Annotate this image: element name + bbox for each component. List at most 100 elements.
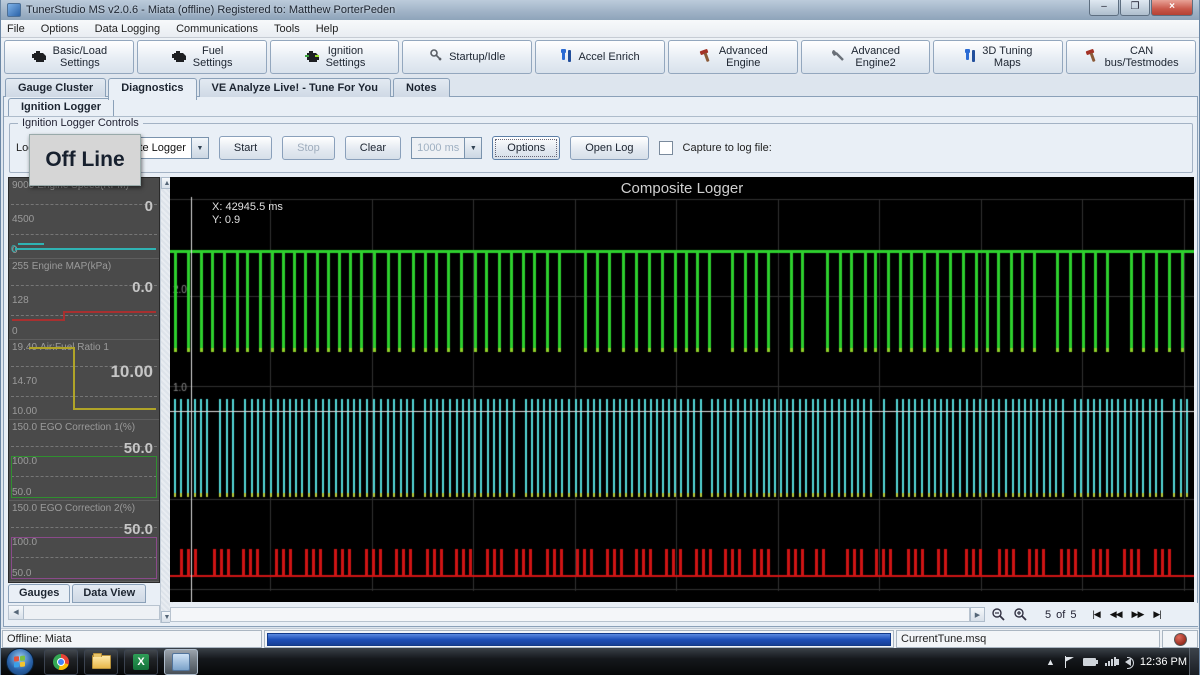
- toolbar-button-label: CANbus/Testmodes: [1105, 45, 1179, 69]
- stop-button: Stop: [282, 136, 335, 160]
- cursor-readout: X: 42945.5 ms Y: 0.9: [212, 201, 283, 227]
- capture-to-log-label: Capture to log file:: [683, 142, 772, 154]
- taskbar-chrome-icon[interactable]: [44, 649, 78, 675]
- gauge-view-tabs: GaugesData View: [8, 584, 148, 603]
- hammer-icon: [698, 48, 714, 66]
- battery-icon[interactable]: [1083, 658, 1096, 666]
- title-bar[interactable]: TunerStudio MS v2.0.6 - Miata (offline) …: [1, 0, 1199, 20]
- start-button[interactable]: Start: [219, 136, 272, 160]
- tab-gauges[interactable]: Gauges: [8, 584, 70, 603]
- volume-icon[interactable]: [1125, 658, 1131, 666]
- tab-diagnostics[interactable]: Diagnostics: [108, 78, 196, 100]
- waveform-canvas[interactable]: [170, 177, 1194, 602]
- tray-expand-icon[interactable]: ▲: [1046, 657, 1055, 667]
- taskbar-excel-icon[interactable]: X: [124, 649, 158, 675]
- clear-button[interactable]: Clear: [345, 136, 401, 160]
- gridline: [11, 396, 157, 397]
- offline-overlay: Off Line: [29, 134, 141, 186]
- gauge-ego-correction-1-[interactable]: 150.0EGO Correction 1(%)50.0100.050.0: [9, 420, 159, 501]
- toolbar-advanced-button[interactable]: AdvancedEngine2: [801, 40, 931, 74]
- page-sep: of: [1056, 609, 1065, 621]
- menu-communications[interactable]: Communications: [176, 23, 258, 35]
- menu-data-logging[interactable]: Data Logging: [95, 23, 160, 35]
- gauge-title: EGO Correction 2(%): [40, 503, 135, 514]
- connection-status: Offline: Miata: [2, 630, 262, 648]
- toolbar-basic-load-button[interactable]: Basic/LoadSettings: [4, 40, 134, 74]
- toolbar-accel-enrich-button[interactable]: Accel Enrich: [535, 40, 665, 74]
- windows-logo-icon: [14, 655, 26, 668]
- maximize-button[interactable]: ❐: [1120, 0, 1150, 16]
- prev-page-button[interactable]: ◀◀: [1106, 607, 1126, 622]
- show-desktop-button[interactable]: [1189, 648, 1199, 675]
- close-button[interactable]: ×: [1151, 0, 1193, 16]
- scroll-right-icon[interactable]: ▶: [970, 607, 985, 622]
- diagnostics-panel: Ignition Logger Ignition Logger Controls…: [3, 96, 1198, 627]
- taskbar-tunerstudio-icon[interactable]: [164, 649, 198, 675]
- gauge-engine-speed-rpm-[interactable]: 9000Engine Speed(RPM)0450000: [9, 178, 159, 259]
- wrench-icon: [831, 48, 846, 66]
- gauge-value: 0: [145, 198, 153, 215]
- toolbar: Basic/LoadSettings FuelSettings IgnitionSe…: [1, 38, 1199, 76]
- open-log-button[interactable]: Open Log: [570, 136, 648, 160]
- first-page-button[interactable]: |◀: [1088, 607, 1103, 622]
- gauge-mid: 128: [12, 295, 29, 306]
- next-page-button[interactable]: ▶▶: [1128, 607, 1148, 622]
- zoom-in-icon[interactable]: [1011, 606, 1029, 624]
- tab-notes[interactable]: Notes: [393, 78, 450, 97]
- taskbar-explorer-icon[interactable]: [84, 649, 118, 675]
- menu-file[interactable]: File: [7, 23, 25, 35]
- gauge-min: 0: [12, 326, 18, 337]
- taskbar-clock[interactable]: 12:36 PM: [1140, 656, 1187, 668]
- ignition-engine-icon: [304, 48, 321, 66]
- start-button[interactable]: [6, 648, 34, 675]
- gauge-header: 150.0EGO Correction 1(%): [12, 422, 135, 433]
- gauge-engine-map-kpa-[interactable]: 255Engine MAP(kPa)0.01280: [9, 259, 159, 340]
- tab-ve-analyze-live-tune-for-you[interactable]: VE Analyze Live! - Tune For You: [199, 78, 391, 97]
- toolbar-startup-idle-button[interactable]: Startup/Idle: [402, 40, 532, 74]
- interval-select: 1000 ms ▼: [411, 137, 482, 159]
- cursor-x-value: X: 42945.5 ms: [212, 201, 283, 214]
- toolbar-can-button[interactable]: CANbus/Testmodes: [1066, 40, 1196, 74]
- toolbar-button-label: 3D TuningMaps: [982, 45, 1032, 69]
- progress-cell: [264, 630, 894, 648]
- indicator-cell: [1162, 630, 1198, 648]
- chart-title: Composite Logger: [170, 180, 1194, 197]
- last-page-button[interactable]: ▶|: [1149, 607, 1164, 622]
- gauge-min: 10.00: [12, 406, 37, 417]
- menu-tools[interactable]: Tools: [274, 23, 300, 35]
- interval-value: 1000 ms: [412, 142, 464, 154]
- status-bar: Offline: Miata CurrentTune.msq: [1, 628, 1199, 649]
- tab-data-view[interactable]: Data View: [72, 584, 146, 603]
- network-signal-icon[interactable]: [1105, 657, 1116, 666]
- page-indicator: 5 of 5: [1045, 609, 1076, 621]
- menu-options[interactable]: Options: [41, 23, 79, 35]
- options-button[interactable]: Options: [492, 136, 560, 160]
- toolbar-ignition-button[interactable]: IgnitionSettings: [270, 40, 400, 74]
- zoom-out-icon[interactable]: [989, 606, 1007, 624]
- page-total: 5: [1070, 609, 1076, 621]
- capture-to-log-checkbox[interactable]: [659, 141, 673, 155]
- tab-gauge-cluster[interactable]: Gauge Cluster: [5, 78, 106, 97]
- gauge-mid: 4500: [12, 214, 34, 225]
- toolbar-3d-tuning-button[interactable]: 3D TuningMaps: [933, 40, 1063, 74]
- divider: [4, 116, 1197, 117]
- action-center-flag-icon[interactable]: [1064, 656, 1074, 668]
- gauge-air-fuel-ratio-1[interactable]: 19.40Air:Fuel Ratio 110.0014.7010.00: [9, 340, 159, 421]
- gauge-title: EGO Correction 1(%): [40, 422, 135, 433]
- cursor-y-value: Y: 0.9: [212, 214, 283, 227]
- engine-icon: [31, 48, 48, 66]
- scroll-left-icon[interactable]: ◀: [9, 606, 24, 619]
- chevron-down-icon[interactable]: ▼: [191, 138, 208, 158]
- chart-hscrollbar[interactable]: [170, 607, 970, 622]
- minimize-button[interactable]: –: [1089, 0, 1119, 16]
- gauge-panel-hscrollbar[interactable]: ◀: [8, 605, 160, 620]
- menu-help[interactable]: Help: [316, 23, 339, 35]
- toolbar-button-label: FuelSettings: [193, 45, 233, 69]
- toolbar-advanced-button[interactable]: AdvancedEngine: [668, 40, 798, 74]
- composite-logger-chart[interactable]: Composite Logger X: 42945.5 ms Y: 0.9: [170, 177, 1194, 602]
- tab-ignition-logger[interactable]: Ignition Logger: [8, 98, 114, 116]
- gauge-max: 255: [12, 261, 29, 272]
- ignition-logger-controls-group: Ignition Logger Controls Logger Type: Co…: [9, 123, 1193, 173]
- gauge-ego-correction-2-[interactable]: 150.0EGO Correction 2(%)50.0100.050.0: [9, 501, 159, 582]
- toolbar-fuel-button[interactable]: FuelSettings: [137, 40, 267, 74]
